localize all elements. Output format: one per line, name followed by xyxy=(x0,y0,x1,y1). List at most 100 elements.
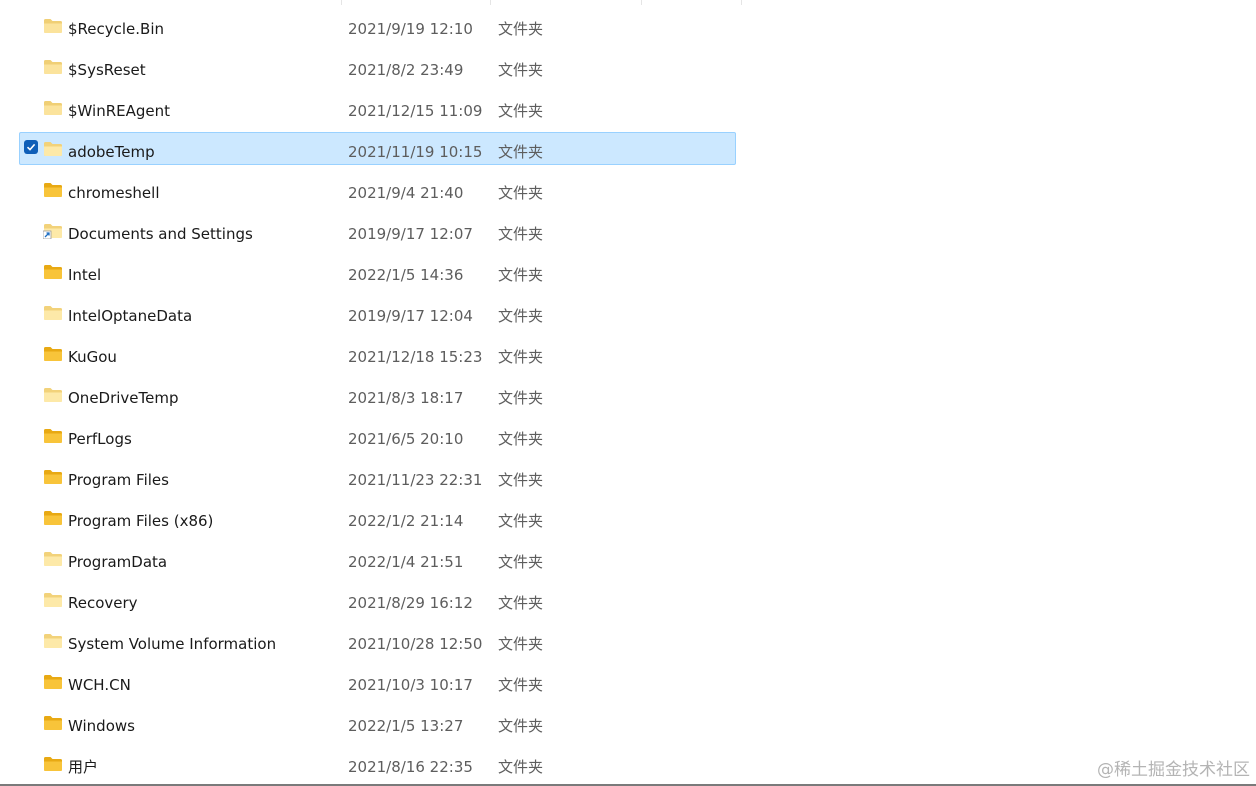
file-type: 文件夹 xyxy=(498,471,544,489)
file-row[interactable]: Windows 2022/1/5 13:27 文件夹 xyxy=(0,705,1256,746)
folder-system-icon xyxy=(43,100,63,116)
file-modified-date: 2021/11/19 10:15 xyxy=(348,143,483,161)
folder-light-icon xyxy=(43,592,63,608)
file-modified-date: 2022/1/2 21:14 xyxy=(348,512,464,530)
file-modified-date: 2021/9/19 12:10 xyxy=(348,20,473,38)
file-list: $Recycle.Bin 2021/9/19 12:10 文件夹 $SysReset 2… xyxy=(0,8,1256,786)
file-modified-date: 2022/1/4 21:51 xyxy=(348,553,464,571)
file-name[interactable]: adobeTemp xyxy=(68,142,155,162)
file-type: 文件夹 xyxy=(498,266,544,284)
file-name[interactable]: Documents and Settings xyxy=(68,224,253,244)
file-modified-date: 2021/10/28 12:50 xyxy=(348,635,483,653)
file-type: 文件夹 xyxy=(498,307,544,325)
file-type: 文件夹 xyxy=(498,676,544,694)
file-row[interactable]: KuGou 2021/12/18 15:23 文件夹 xyxy=(0,336,1256,377)
file-row[interactable]: Recovery 2021/8/29 16:12 文件夹 xyxy=(0,582,1256,623)
file-type: 文件夹 xyxy=(498,553,544,571)
file-row[interactable]: chromeshell 2021/9/4 21:40 文件夹 xyxy=(0,172,1256,213)
file-modified-date: 2019/9/17 12:07 xyxy=(348,225,473,243)
file-modified-date: 2021/8/29 16:12 xyxy=(348,594,473,612)
file-modified-date: 2021/12/15 11:09 xyxy=(348,102,483,120)
row-checkbox[interactable] xyxy=(24,140,38,154)
column-divider-date[interactable] xyxy=(490,0,491,5)
file-name[interactable]: OneDriveTemp xyxy=(68,388,179,408)
file-row[interactable]: Documents and Settings 2019/9/17 12:07 文件夹 xyxy=(0,213,1256,254)
file-modified-date: 2021/9/4 21:40 xyxy=(348,184,464,202)
folder-shortcut-icon xyxy=(42,223,63,240)
file-type: 文件夹 xyxy=(498,102,544,120)
file-name[interactable]: $Recycle.Bin xyxy=(68,19,164,39)
file-type: 文件夹 xyxy=(498,143,544,161)
file-row[interactable]: ProgramData 2022/1/4 21:51 文件夹 xyxy=(0,541,1256,582)
file-modified-date: 2021/6/5 20:10 xyxy=(348,430,464,448)
file-row[interactable]: $WinREAgent 2021/12/15 11:09 文件夹 xyxy=(0,90,1256,131)
file-row[interactable]: $SysReset 2021/8/2 23:49 文件夹 xyxy=(0,49,1256,90)
file-modified-date: 2022/1/5 14:36 xyxy=(348,266,464,284)
file-type: 文件夹 xyxy=(498,184,544,202)
file-name[interactable]: IntelOptaneData xyxy=(68,306,192,326)
file-name[interactable]: Program Files xyxy=(68,470,169,490)
file-row[interactable]: adobeTemp 2021/11/19 10:15 文件夹 xyxy=(0,131,1256,172)
column-divider-type[interactable] xyxy=(641,0,642,5)
file-type: 文件夹 xyxy=(498,512,544,530)
folder-icon xyxy=(43,428,63,444)
file-row[interactable]: Intel 2022/1/5 14:36 文件夹 xyxy=(0,254,1256,295)
file-name[interactable]: Windows xyxy=(68,716,135,736)
file-name[interactable]: Program Files (x86) xyxy=(68,511,213,531)
file-explorer-list-view: $Recycle.Bin 2021/9/19 12:10 文件夹 $SysReset 2… xyxy=(0,0,1256,786)
folder-system-icon xyxy=(43,59,63,75)
file-name[interactable]: KuGou xyxy=(68,347,117,367)
check-icon xyxy=(26,143,36,151)
folder-icon xyxy=(43,264,63,280)
file-type: 文件夹 xyxy=(498,61,544,79)
file-name[interactable]: ProgramData xyxy=(68,552,167,572)
file-modified-date: 2021/11/23 22:31 xyxy=(348,471,483,489)
file-name[interactable]: PerfLogs xyxy=(68,429,132,449)
folder-icon xyxy=(43,715,63,731)
file-type: 文件夹 xyxy=(498,635,544,653)
file-modified-date: 2021/8/16 22:35 xyxy=(348,758,473,776)
file-row[interactable]: System Volume Information 2021/10/28 12:5… xyxy=(0,623,1256,664)
file-name[interactable]: chromeshell xyxy=(68,183,160,203)
file-row[interactable]: 用户 2021/8/16 22:35 文件夹 xyxy=(0,746,1256,786)
file-type: 文件夹 xyxy=(498,717,544,735)
file-name[interactable]: Recovery xyxy=(68,593,138,613)
file-name[interactable]: WCH.CN xyxy=(68,675,131,695)
watermark: @稀土掘金技术社区 xyxy=(1097,760,1250,780)
file-type: 文件夹 xyxy=(498,225,544,243)
folder-icon xyxy=(43,346,63,362)
column-divider-size[interactable] xyxy=(741,0,742,5)
file-row[interactable]: PerfLogs 2021/6/5 20:10 文件夹 xyxy=(0,418,1256,459)
file-modified-date: 2021/8/2 23:49 xyxy=(348,61,464,79)
folder-system-icon xyxy=(43,18,63,34)
file-modified-date: 2021/8/3 18:17 xyxy=(348,389,464,407)
file-type: 文件夹 xyxy=(498,594,544,612)
file-name[interactable]: 用户 xyxy=(68,757,98,777)
file-name[interactable]: Intel xyxy=(68,265,101,285)
file-name[interactable]: $SysReset xyxy=(68,60,146,80)
file-name[interactable]: $WinREAgent xyxy=(68,101,170,121)
file-modified-date: 2021/10/3 10:17 xyxy=(348,676,473,694)
file-row[interactable]: IntelOptaneData 2019/9/17 12:04 文件夹 xyxy=(0,295,1256,336)
column-divider-name[interactable] xyxy=(341,0,342,5)
file-type: 文件夹 xyxy=(498,389,544,407)
file-type: 文件夹 xyxy=(498,758,544,776)
file-type: 文件夹 xyxy=(498,20,544,38)
file-row[interactable]: Program Files 2021/11/23 22:31 文件夹 xyxy=(0,459,1256,500)
folder-icon xyxy=(43,182,63,198)
folder-icon xyxy=(43,756,63,772)
folder-light-icon xyxy=(43,551,63,567)
file-row[interactable]: WCH.CN 2021/10/3 10:17 文件夹 xyxy=(0,664,1256,705)
file-modified-date: 2022/1/5 13:27 xyxy=(348,717,464,735)
file-type: 文件夹 xyxy=(498,430,544,448)
folder-light-icon xyxy=(43,305,63,321)
file-row[interactable]: Program Files (x86) 2022/1/2 21:14 文件夹 xyxy=(0,500,1256,541)
file-name[interactable]: System Volume Information xyxy=(68,634,276,654)
file-row[interactable]: $Recycle.Bin 2021/9/19 12:10 文件夹 xyxy=(0,8,1256,49)
file-row[interactable]: OneDriveTemp 2021/8/3 18:17 文件夹 xyxy=(0,377,1256,418)
folder-icon xyxy=(43,674,63,690)
file-type: 文件夹 xyxy=(498,348,544,366)
folder-light-icon xyxy=(43,141,63,157)
folder-icon xyxy=(43,469,63,485)
folder-light-icon xyxy=(43,387,63,403)
